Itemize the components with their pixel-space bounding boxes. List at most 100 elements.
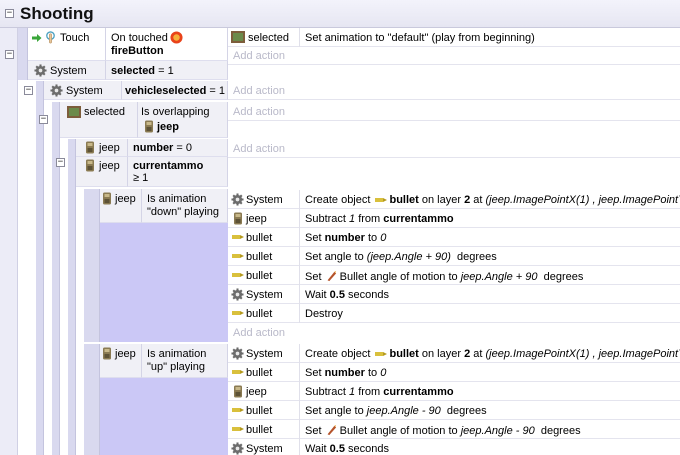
action-text: Subtract 1 from currentammo	[305, 386, 454, 398]
action-row[interactable]: bullet Set Bullet angle of motion to jee…	[228, 420, 680, 439]
touch-icon	[44, 31, 57, 44]
add-action-link[interactable]: Add action	[233, 327, 285, 339]
action-object: System	[246, 194, 283, 206]
bullet-icon	[232, 407, 244, 413]
event5-bar[interactable]	[84, 189, 100, 342]
bullet-icon	[375, 197, 387, 203]
action-text: Destroy	[305, 308, 343, 320]
action-row[interactable]: jeep Subtract 1 from currentammo	[228, 382, 680, 401]
action-row[interactable]: System Create object bullet on layer 2 a…	[228, 190, 680, 209]
gear-icon	[50, 84, 63, 97]
collapse-group-toggle[interactable]: −	[5, 9, 14, 18]
jeep-icon	[102, 347, 112, 360]
bullet-icon	[232, 369, 244, 375]
action-object: bullet	[246, 367, 273, 379]
action-object: bullet	[246, 270, 273, 282]
trigger-arrow-icon	[32, 33, 42, 43]
bullet-icon	[232, 253, 244, 259]
action-object: bullet	[246, 308, 273, 320]
cond-op: ≥ 1	[133, 172, 149, 184]
gear-icon	[231, 347, 244, 360]
event3-bar[interactable]	[52, 102, 60, 455]
event1-condition[interactable]: selected = 1	[106, 61, 228, 80]
event1-trigger-condition[interactable]: On touched fireButton	[106, 28, 228, 61]
action-row[interactable]: System Create object bullet on layer 2 a…	[228, 344, 680, 363]
event2-toggle[interactable]: −	[24, 86, 33, 95]
cond-param: "up" playing	[147, 361, 205, 373]
event5-cond-object[interactable]: jeep	[100, 189, 142, 223]
selected-sprite-icon	[231, 31, 245, 43]
cond-op: = 1	[158, 65, 174, 77]
event6-bar[interactable]	[84, 344, 100, 455]
action-text: Create object bullet on layer 2 at (jeep…	[305, 194, 680, 206]
event6-condition[interactable]: Is animation "up" playing	[142, 344, 228, 378]
cond-label: Is overlapping	[141, 106, 210, 118]
action-row[interactable]: bullet Destroy	[228, 304, 680, 323]
event1-toggle[interactable]: −	[5, 50, 14, 59]
action-text: Create object bullet on layer 2 at (jeep…	[305, 348, 680, 360]
event3-condition[interactable]: Is overlapping jeep	[138, 102, 228, 138]
action-object: System	[246, 348, 283, 360]
event5-condition-area[interactable]	[100, 223, 228, 342]
event4-cond1[interactable]: number = 0	[128, 139, 228, 157]
event1-bar[interactable]	[18, 28, 28, 80]
event1-trigger-object[interactable]: Touch	[28, 28, 106, 61]
add-action-link[interactable]: Add action	[233, 85, 285, 97]
group-title: Shooting	[20, 4, 94, 23]
event3-toggle[interactable]: −	[39, 115, 48, 124]
cond-param: selected	[111, 65, 156, 77]
action-text: Set number to 0	[305, 232, 387, 244]
trigger-label: On touched	[111, 32, 168, 44]
event2-cond-object[interactable]: System	[44, 81, 122, 100]
cond-object-name: jeep	[115, 193, 136, 205]
add-action-link[interactable]: Add action	[233, 50, 285, 62]
event4-cond2[interactable]: currentammo ≥ 1	[128, 157, 228, 187]
action-row[interactable]: System Wait 0.5 seconds	[228, 439, 680, 455]
cond-object-name: selected	[84, 106, 125, 118]
action-object: bullet	[246, 424, 273, 436]
event6-cond-object[interactable]: jeep	[100, 344, 142, 378]
event2-bar[interactable]	[36, 81, 44, 455]
event4-cond2-object[interactable]: jeep	[76, 157, 128, 187]
add-action-row[interactable]: Add action	[228, 139, 680, 158]
action-row[interactable]: bullet Set angle to (jeep.Angle + 90) de…	[228, 247, 680, 266]
action-object: selected	[248, 32, 289, 44]
action-row[interactable]: bullet Set angle to jeep.Angle - 90 degr…	[228, 401, 680, 420]
bullet-icon	[232, 272, 244, 278]
add-action-row[interactable]: Add action	[228, 47, 680, 65]
add-action-row[interactable]: Add action	[228, 323, 680, 342]
event6-condition-area[interactable]	[100, 378, 228, 455]
jeep-icon	[85, 141, 95, 154]
action-row[interactable]: System Wait 0.5 seconds	[228, 285, 680, 304]
action-row[interactable]: jeep Subtract 1 from currentammo	[228, 209, 680, 228]
add-action-row[interactable]: Add action	[228, 102, 680, 121]
event1-cond-object[interactable]: System	[28, 61, 106, 80]
cond-object-name: System	[50, 65, 87, 77]
action-row[interactable]: selected Set animation to "default" (pla…	[228, 28, 680, 47]
action-row[interactable]: bullet Set number to 0	[228, 228, 680, 247]
event4-cond1-object[interactable]: jeep	[76, 139, 128, 157]
event4-toggle[interactable]: −	[56, 158, 65, 167]
action-row[interactable]: bullet Set number to 0	[228, 363, 680, 382]
add-action-link[interactable]: Add action	[233, 106, 285, 118]
action-object: bullet	[246, 405, 273, 417]
add-action-row[interactable]: Add action	[228, 81, 680, 100]
trigger-object-name: Touch	[60, 32, 90, 44]
event4-bar[interactable]	[68, 139, 76, 455]
action-row[interactable]: bullet Set Bullet angle of motion to jee…	[228, 266, 680, 285]
cond-param: vehicleselected	[125, 85, 207, 97]
group-header[interactable]	[0, 0, 680, 28]
action-text: Wait 0.5 seconds	[305, 443, 389, 455]
event3-cond-object[interactable]: selected	[60, 102, 138, 138]
gear-icon	[231, 193, 244, 206]
event2-condition[interactable]: vehicleselected = 1	[122, 81, 228, 100]
event5-condition[interactable]: Is animation "down" playing	[142, 189, 228, 223]
add-action-link[interactable]: Add action	[233, 143, 285, 155]
jeep-icon	[233, 212, 243, 225]
cond-op: = 1	[209, 85, 226, 97]
action-object: bullet	[246, 251, 273, 263]
bullet-behavior-icon	[325, 424, 337, 436]
bullet-icon	[232, 234, 244, 240]
action-text: Set number to 0	[305, 367, 387, 379]
bullet-behavior-icon	[325, 270, 337, 282]
